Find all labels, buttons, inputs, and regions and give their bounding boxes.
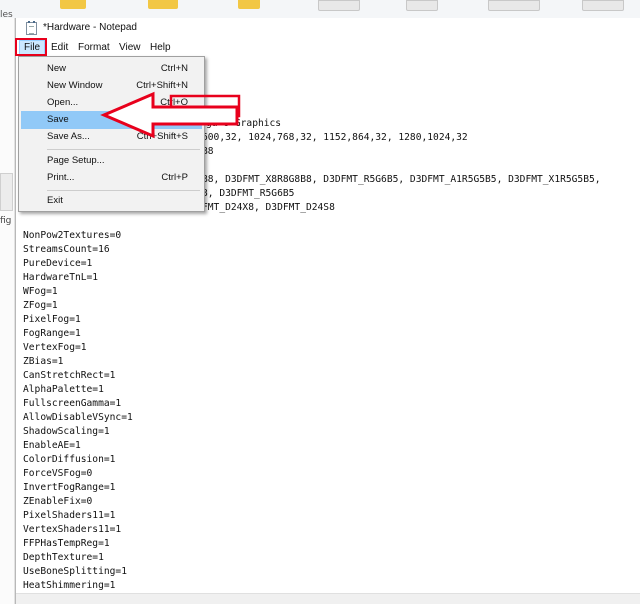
text-line: B8, D3DFMT_X8R8G8B8, D3DFMT_R5G6B5, D3DF… [202, 174, 601, 185]
menu-item-shortcut: Ctrl+Shift+S [136, 131, 188, 142]
menu-item-save-as[interactable]: Save As... Ctrl+Shift+S [21, 128, 202, 146]
menu-item-label: New [47, 63, 67, 74]
menu-help[interactable]: Help [146, 41, 175, 55]
text-line: ForceVSFog=0 [23, 468, 93, 479]
menu-item-page-setup[interactable]: Page Setup... [21, 152, 202, 170]
text-line: PixelShaders11=1 [23, 510, 116, 521]
file-dropdown-menu: New Ctrl+N New Window Ctrl+Shift+N Open.… [18, 56, 205, 212]
explorer-side-panel: fig [0, 18, 15, 604]
menu-item-shortcut: Ctrl+S [161, 114, 188, 125]
file-thumbnail[interactable] [0, 173, 13, 211]
menu-item-label: Exit [47, 195, 63, 206]
text-line: FogRange=1 [23, 328, 81, 339]
menu-item-save[interactable]: Save Ctrl+S [21, 111, 202, 129]
text-line: InvertFogRange=1 [23, 482, 116, 493]
text-line: NonPow2Textures=0 [23, 230, 122, 241]
menu-item-shortcut: Ctrl+O [160, 97, 188, 108]
text-line: ColorDiffusion=1 [23, 454, 116, 465]
window-title: *Hardware - Notepad [43, 22, 137, 33]
menu-item-label: New Window [47, 80, 103, 91]
menu-item-shortcut: Ctrl+Shift+N [136, 80, 188, 91]
text-line: ZBias=1 [23, 356, 64, 367]
text-line: AlphaPalette=1 [23, 384, 104, 395]
menu-view[interactable]: View [115, 41, 145, 55]
notepad-icon [26, 21, 37, 35]
text-line: VertexShaders11=1 [23, 524, 122, 535]
horizontal-scrollbar[interactable] [16, 593, 640, 604]
folder-icon[interactable] [60, 0, 86, 9]
menu-item-print[interactable]: Print... Ctrl+P [21, 169, 202, 187]
menu-bar: File Edit Format View Help [15, 38, 640, 57]
file-menu-highlight-box [15, 38, 47, 56]
menu-separator [47, 190, 200, 191]
text-line: CanStretchRect=1 [23, 370, 116, 381]
text-line: 8, D3DFMT_R5G6B5 [202, 188, 295, 199]
menu-item-shortcut: Ctrl+P [161, 172, 188, 183]
text-line: DepthTexture=1 [23, 552, 104, 563]
text-line: ShadowScaling=1 [23, 426, 110, 437]
menu-item-label: Print... [47, 172, 75, 183]
text-line: HardwareTnL=1 [23, 272, 99, 283]
text-line: StreamsCount=16 [23, 244, 110, 255]
folder-icon[interactable] [238, 0, 260, 9]
text-line: FullscreenGamma=1 [23, 398, 122, 409]
text-line: ZFog=1 [23, 300, 58, 311]
menu-item-label: Save As... [47, 131, 90, 142]
menu-item-open[interactable]: Open... Ctrl+O [21, 94, 202, 112]
menu-item-label: Open... [47, 97, 79, 108]
menu-item-label: Save [47, 114, 69, 125]
text-line: PureDevice=1 [23, 258, 93, 269]
file-icon[interactable] [318, 0, 360, 11]
menu-item-exit[interactable]: Exit [21, 192, 202, 210]
menu-item-new[interactable]: New Ctrl+N [21, 60, 202, 78]
text-line: EnableAE=1 [23, 440, 81, 451]
text-line: FMT_D24X8, D3DFMT_D24S8 [202, 202, 335, 213]
title-bar[interactable]: *Hardware - Notepad [16, 18, 640, 38]
text-line: ga 8 Graphics [206, 118, 282, 129]
menu-item-new-window[interactable]: New Window Ctrl+Shift+N [21, 77, 202, 95]
menu-separator [47, 149, 200, 150]
text-line: 600,32, 1024,768,32, 1152,864,32, 1280,1… [202, 132, 468, 143]
text-line: FFPHasTempReg=1 [23, 538, 110, 549]
file-icon[interactable] [406, 0, 438, 11]
text-line: PixelFog=1 [23, 314, 81, 325]
desktop-background [0, 0, 640, 19]
file-thumbnail-label: fig [0, 216, 12, 226]
menu-item-shortcut: Ctrl+N [160, 63, 188, 74]
text-line: ZEnableFix=0 [23, 496, 93, 507]
menu-format[interactable]: Format [74, 41, 114, 55]
file-icon[interactable] [488, 0, 540, 11]
text-line: AllowDisableVSync=1 [23, 412, 133, 423]
text-line: HeatShimmering=1 [23, 580, 116, 591]
menu-edit[interactable]: Edit [47, 41, 72, 55]
text-line: UseBoneSplitting=1 [23, 566, 127, 577]
file-icon[interactable] [582, 0, 624, 11]
text-line: WFog=1 [23, 286, 58, 297]
text-line: VertexFog=1 [23, 342, 87, 353]
menu-item-label: Page Setup... [47, 155, 105, 166]
folder-icon[interactable] [148, 0, 178, 9]
